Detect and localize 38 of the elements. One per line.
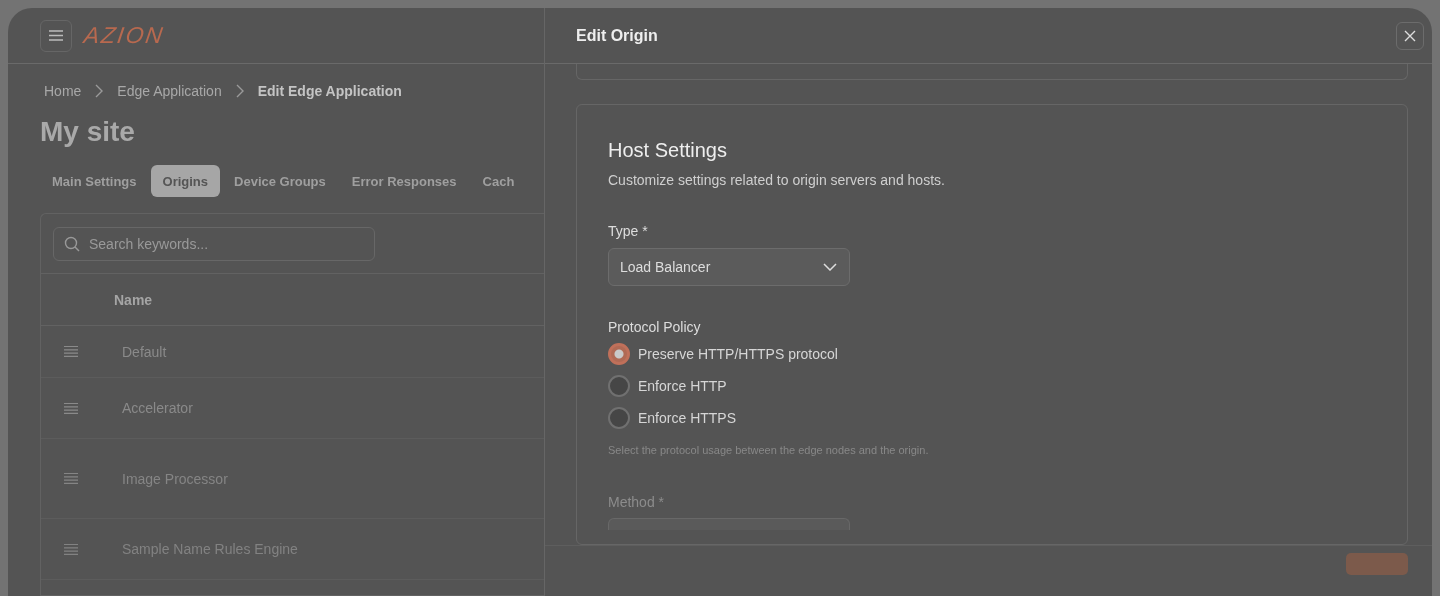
- menu-button[interactable]: [40, 19, 72, 52]
- field-label: Type *: [608, 223, 649, 239]
- drag-handle-icon[interactable]: [64, 473, 78, 484]
- menu-icon: [49, 30, 63, 41]
- field-label: Protocol Policy: [608, 319, 702, 335]
- radio-button[interactable]: [608, 375, 630, 397]
- section-description: Customize settings related to origin servers and hosts.: [608, 172, 946, 188]
- page-title: My site: [40, 115, 136, 149]
- tab[interactable]: Error Responses: [339, 165, 469, 197]
- tab[interactable]: Device Groups: [222, 165, 338, 197]
- tab[interactable]: Main Settings: [40, 165, 149, 197]
- type-dropdown[interactable]: Load Balancer: [608, 248, 850, 286]
- radio-label[interactable]: Enforce HTTPS: [638, 410, 737, 426]
- breadcrumb-link[interactable]: Edit Edge Application: [257, 83, 402, 99]
- save-button[interactable]: [1346, 553, 1408, 575]
- drag-handle-icon[interactable]: [64, 346, 78, 357]
- search-field[interactable]: Search keywords...: [53, 226, 375, 261]
- search-icon: [64, 235, 80, 252]
- breadcrumb-link[interactable]: Edge Application: [117, 83, 222, 99]
- close-icon: [1404, 29, 1416, 42]
- tab[interactable]: Cach: [470, 165, 527, 197]
- drag-handle-icon[interactable]: [64, 543, 78, 555]
- tab[interactable]: Origins: [150, 165, 221, 197]
- chevron-down-icon: [823, 263, 837, 271]
- breadcrumb-link[interactable]: Home: [44, 83, 82, 99]
- drag-handle-icon[interactable]: [64, 402, 78, 414]
- field-label: Method *: [608, 494, 666, 510]
- chevron-right-icon: [95, 84, 104, 98]
- drawer-title: Edit Origin: [576, 26, 658, 45]
- radio-button[interactable]: [608, 407, 630, 429]
- section-title: Host Settings: [608, 138, 728, 163]
- radio-button[interactable]: [608, 343, 630, 365]
- radio-label[interactable]: Enforce HTTP: [638, 378, 727, 394]
- radio-label[interactable]: Preserve HTTP/HTTPS protocol: [638, 346, 838, 362]
- logo[interactable]: AZION: [82, 22, 167, 49]
- column-header: Name: [114, 291, 153, 308]
- chevron-right-icon: [235, 84, 244, 98]
- close-button[interactable]: [1396, 21, 1424, 50]
